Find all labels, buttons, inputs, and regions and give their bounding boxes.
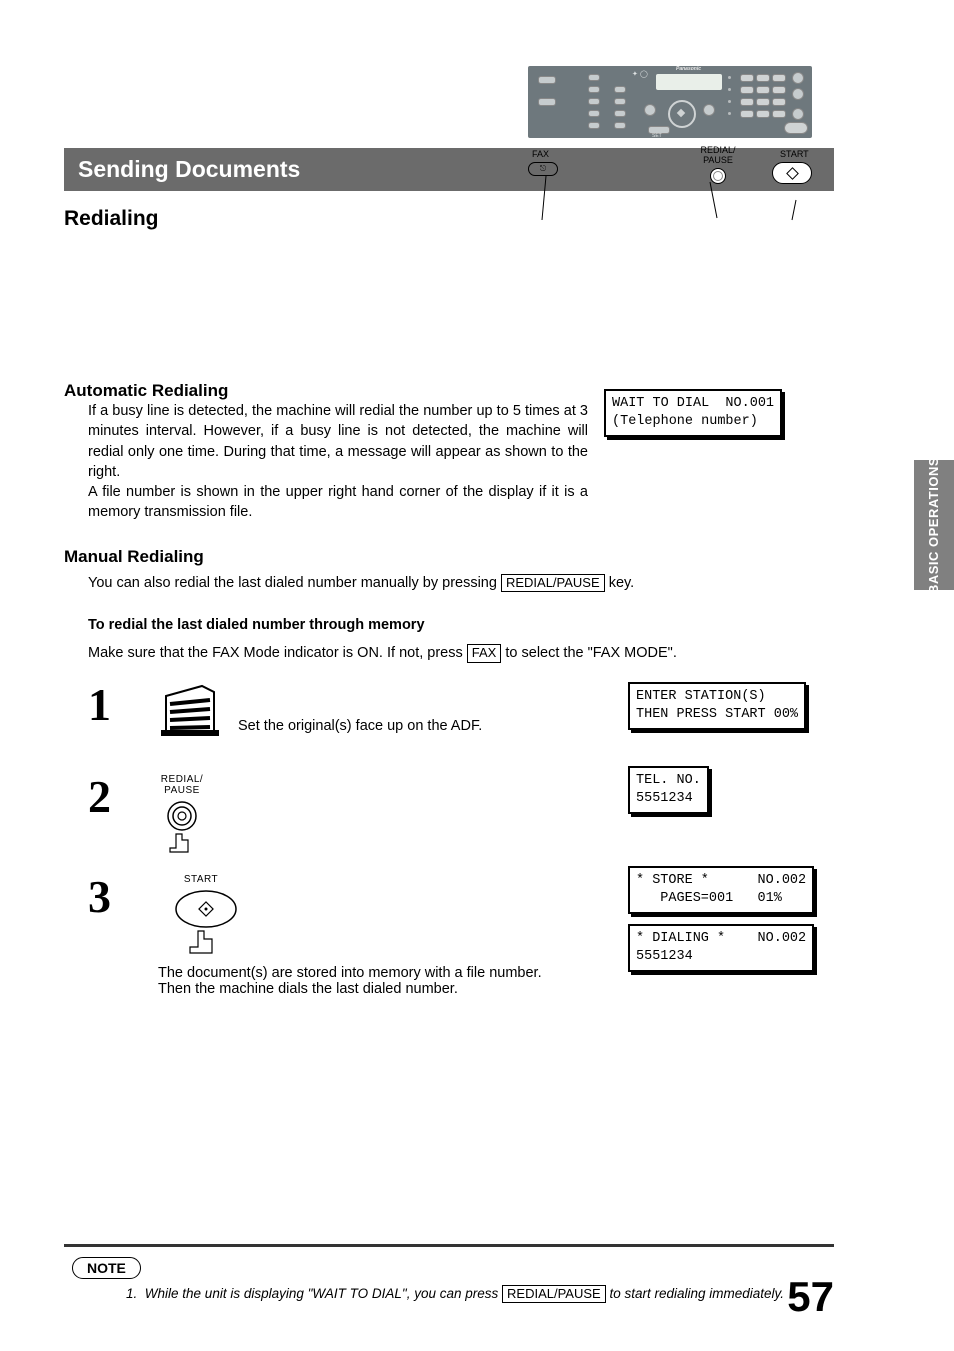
panel-button bbox=[614, 86, 626, 93]
lcd-dialing: * DIALING * NO.002 5551234 bbox=[628, 924, 814, 972]
panel-display bbox=[656, 74, 722, 90]
diamond-icon bbox=[786, 167, 799, 180]
control-panel-figure: Panasonic SET bbox=[528, 66, 838, 273]
callout-redial-label: REDIAL/ PAUSE bbox=[698, 146, 738, 166]
page-number: 57 bbox=[787, 1273, 834, 1321]
panel-button bbox=[614, 110, 626, 117]
callout-redial-button bbox=[710, 168, 726, 184]
panel-button bbox=[588, 86, 600, 93]
callout-start-button bbox=[772, 162, 812, 184]
panel-button-round bbox=[703, 104, 715, 116]
panel-start bbox=[784, 122, 808, 134]
callout-fax-button: ⎋ bbox=[528, 162, 558, 176]
note-separator bbox=[64, 1244, 834, 1247]
panel-button bbox=[588, 98, 600, 105]
callout-fax-label: FAX bbox=[532, 150, 549, 160]
panel-button-round bbox=[792, 88, 804, 100]
panel-button bbox=[614, 98, 626, 105]
note-text: 1. While the unit is displaying "WAIT TO… bbox=[126, 1285, 834, 1304]
manual-redial-sub: To redial the last dialed number through… bbox=[88, 615, 834, 635]
manual-intro-post: key. bbox=[609, 575, 635, 591]
auto-redial-para2: A file number is shown in the upper righ… bbox=[88, 482, 588, 523]
panel-button-round bbox=[644, 104, 656, 116]
manual-fax-line: Make sure that the FAX Mode indicator is… bbox=[88, 643, 834, 663]
panel-brand: Panasonic bbox=[676, 66, 701, 72]
step-number: 3 bbox=[88, 874, 158, 920]
step2-btn-label: REDIAL/ PAUSE bbox=[158, 774, 206, 796]
lcd-store: * STORE * NO.002 PAGES=001 01% bbox=[628, 866, 814, 914]
lcd-wait-to-dial: WAIT TO DIAL NO.001 (Telephone number) bbox=[604, 389, 782, 437]
side-tab: BASIC OPERATIONS bbox=[914, 460, 954, 590]
auto-redial-para: If a busy line is detected, the machine … bbox=[88, 401, 588, 482]
manual-intro-pre: You can also redial the last dialed numb… bbox=[88, 575, 501, 591]
manual-redial-intro: You can also redial the last dialed numb… bbox=[88, 573, 834, 593]
fax-post: to select the "FAX MODE". bbox=[505, 645, 676, 661]
lcd-enter-station: ENTER STATION(S) THEN PRESS START 00% bbox=[628, 682, 806, 730]
panel-button-round bbox=[792, 108, 804, 120]
steps: 1 Set the original(s) face up on the bbox=[88, 682, 834, 1044]
panel-glyph: ◯ bbox=[640, 70, 648, 78]
panel-button bbox=[588, 122, 600, 129]
side-tab-label: BASIC OPERATIONS bbox=[927, 456, 942, 593]
step-number: 1 bbox=[88, 682, 158, 728]
step-3-text: The document(s) are stored into memory w… bbox=[158, 965, 558, 997]
panel-button bbox=[614, 122, 626, 129]
panel-glyph: ✦ bbox=[632, 70, 638, 78]
step3-btn-label: START bbox=[158, 874, 244, 885]
panel-button bbox=[538, 98, 556, 106]
note-num: 1. bbox=[126, 1286, 137, 1301]
panel-button bbox=[588, 74, 600, 81]
panel-button bbox=[588, 110, 600, 117]
step-number: 2 bbox=[88, 774, 158, 820]
note-label: NOTE bbox=[72, 1257, 141, 1279]
panel-small-label: SET bbox=[652, 133, 662, 139]
control-panel-body: Panasonic SET bbox=[528, 66, 812, 138]
note-pre: While the unit is displaying "WAIT TO DI… bbox=[145, 1286, 502, 1301]
fax-key: FAX bbox=[467, 644, 502, 662]
note-redial-key: REDIAL/PAUSE bbox=[502, 1285, 606, 1303]
step-2: 2 REDIAL/ PAUSE bbox=[88, 774, 834, 856]
panel-button-round bbox=[792, 72, 804, 84]
fax-pre: Make sure that the FAX Mode indicator is… bbox=[88, 645, 467, 661]
redial-pause-key: REDIAL/PAUSE bbox=[501, 574, 605, 592]
adf-icon bbox=[158, 682, 222, 738]
redial-press-icon bbox=[158, 798, 834, 856]
callout-start-label: START bbox=[780, 150, 809, 160]
lcd-tel-no: TEL. NO. 5551234 bbox=[628, 766, 709, 814]
note-post: to start redialing immediately. bbox=[609, 1286, 784, 1301]
step-1-text: Set the original(s) face up on the ADF. bbox=[238, 718, 482, 738]
panel-button bbox=[538, 76, 556, 84]
manual-redial-heading: Manual Redialing bbox=[64, 547, 834, 567]
